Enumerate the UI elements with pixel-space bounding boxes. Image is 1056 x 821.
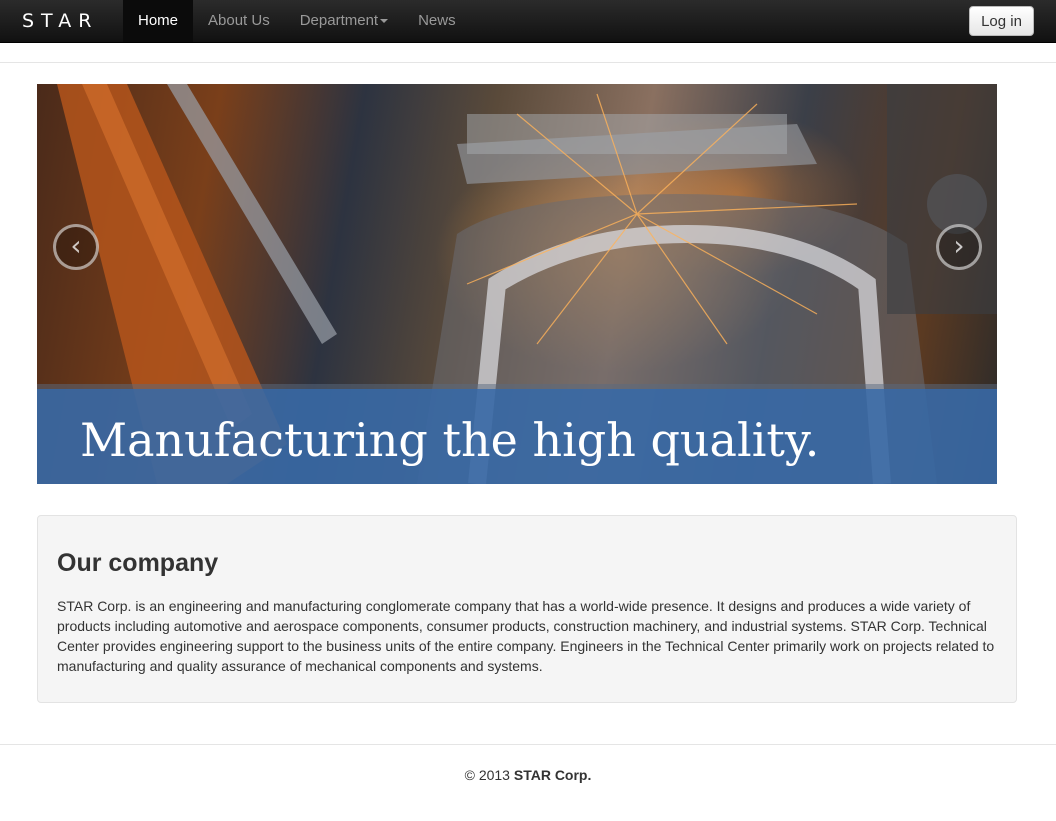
footer-copyright: © 2013 [464,767,514,783]
company-heading: Our company [57,549,219,577]
nav-item-home[interactable]: Home [123,0,194,42]
footer-divider [0,744,1056,745]
nav-item-news[interactable]: News [403,0,471,42]
carousel-next-button[interactable]: › [936,224,982,270]
brand-logo[interactable]: STAR [22,10,98,32]
company-section: Our company STAR Corp. is an engineering… [37,515,1017,703]
chevron-left-icon: ‹ [70,229,82,262]
chevron-right-icon: › [953,229,965,262]
nav-item-department-label: Department [299,12,379,29]
company-description: STAR Corp. is an engineering and manufac… [57,598,995,674]
carousel-caption: Manufacturing the high quality. [80,413,820,467]
nav-item-department[interactable]: Department [285,0,403,42]
login-button[interactable]: Log in [969,6,1034,36]
top-navbar: STAR Home About Us Department News Log i… [0,0,1056,43]
footer: © 2013 STAR Corp. [0,767,1056,783]
hero-carousel: ‹ › Manufacturing the high quality. [37,84,997,484]
caret-down-icon [380,19,389,24]
carousel-caption-band: Manufacturing the high quality. [37,389,997,484]
nav-item-about-us[interactable]: About Us [193,0,285,42]
main-nav: Home About Us Department News [123,0,471,42]
carousel-prev-button[interactable]: ‹ [53,224,99,270]
footer-company: STAR Corp. [513,767,592,783]
header-divider [0,62,1056,63]
